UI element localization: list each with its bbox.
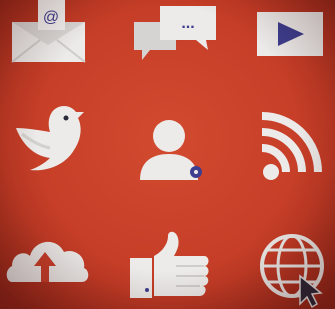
email-at-glyph: @ <box>43 9 59 26</box>
video-play-icon <box>257 12 323 56</box>
chat-dots-glyph: ... <box>181 15 194 32</box>
icon-grid: @ ... <box>0 0 335 309</box>
